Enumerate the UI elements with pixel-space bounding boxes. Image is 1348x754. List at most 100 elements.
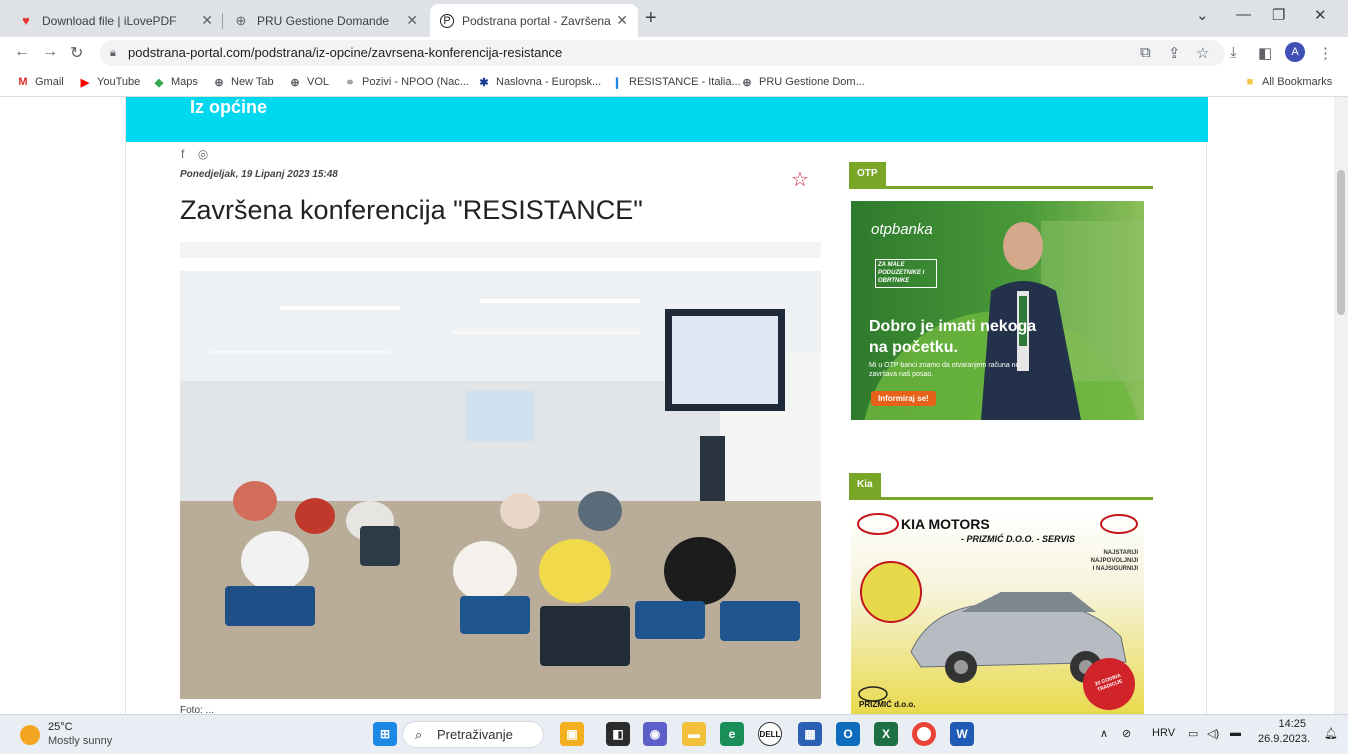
close-icon[interactable]: ✕ xyxy=(406,12,418,29)
file-explorer-icon[interactable]: ▬ xyxy=(682,722,706,746)
tab-label: Download file | iLovePDF xyxy=(42,13,177,28)
tray-chevron-icon[interactable]: ∧ xyxy=(1100,727,1108,740)
article-photo[interactable] xyxy=(180,271,821,699)
bookmark-label: Gmail xyxy=(35,76,64,88)
site-icon: P xyxy=(440,13,454,28)
tab-search-chevron-icon[interactable]: ⌄ xyxy=(1196,6,1209,24)
bookmark-vol[interactable]: ⊕ VOL xyxy=(288,75,329,89)
ad-divider xyxy=(849,497,1153,500)
bookmark-pozivi-npoo[interactable]: ⚭ Pozivi - NPOO (Nac... xyxy=(343,75,469,89)
weather-temp[interactable]: 25°C xyxy=(48,721,73,733)
otp-headline-2: na početku. xyxy=(869,339,958,356)
taskbar-search[interactable]: ⌕ Pretraživanje xyxy=(402,721,544,748)
close-window-button[interactable]: ✕ xyxy=(1314,6,1327,24)
maps-icon: ◆ xyxy=(154,76,164,89)
youtube-icon: ▶ xyxy=(80,76,90,89)
article-title: Završena konferencija "RESISTANCE" xyxy=(180,195,643,225)
ad-divider xyxy=(849,186,1153,189)
translate-icon[interactable]: ⧉ xyxy=(1140,44,1151,61)
section-title: Iz općine xyxy=(190,97,268,117)
tab-pru-gestione[interactable]: ⊕ PRU Gestione Domande ✕ xyxy=(223,4,428,37)
bookmark-label: YouTube xyxy=(97,76,141,88)
kia-subtitle: - PRIZMIĆ D.O.O. - SERVIS xyxy=(961,534,1076,544)
ad-label-otp: OTP xyxy=(849,162,886,186)
bookmark-maps[interactable]: ◆ Maps xyxy=(152,75,198,89)
bookmark-label: New Tab xyxy=(231,76,274,88)
otp-brand: otpbanka xyxy=(871,221,933,238)
address-bar[interactable]: 🔒︎ podstrana-portal.com/podstrana/iz-opc… xyxy=(100,40,1225,66)
favorite-star-icon[interactable]: ☆ xyxy=(791,167,809,192)
facebook-icon[interactable]: f xyxy=(181,147,184,161)
scrollbar-thumb[interactable] xyxy=(1337,170,1345,315)
page-content: Iz općine f ◎ Ponedjeljak, 19 Lipanj 202… xyxy=(125,97,1208,714)
tab-label: Podstrana portal - Završena konf xyxy=(462,13,612,28)
globe-icon: ⊕ xyxy=(742,76,752,89)
bookmark-pru-gestione[interactable]: ⊕ PRU Gestione Dom... xyxy=(740,75,865,89)
close-icon[interactable]: ✕ xyxy=(616,12,628,29)
word-icon[interactable]: W xyxy=(950,722,974,746)
tab-ilovepdf[interactable]: ♥ Download file | iLovePDF ✕ xyxy=(8,4,223,37)
new-tab-button[interactable]: + xyxy=(645,7,657,30)
widgets-icon[interactable]: ▣ xyxy=(560,722,584,746)
bookmark-resistance[interactable]: ❙ RESISTANCE - Italia... xyxy=(610,75,741,89)
download-icon[interactable]: ⤓ xyxy=(1230,44,1237,61)
outlook-icon[interactable]: O xyxy=(836,722,860,746)
toolbar: ← → ↻ 🔒︎ podstrana-portal.com/podstrana/… xyxy=(0,37,1348,69)
forward-button[interactable]: → xyxy=(42,43,58,61)
excel-icon[interactable]: X xyxy=(874,722,898,746)
globe-icon: ⊕ xyxy=(235,12,247,28)
bookmark-label: Maps xyxy=(171,76,198,88)
weather-sun-icon[interactable] xyxy=(20,725,40,745)
bookmark-label: PRU Gestione Dom... xyxy=(759,76,865,88)
kia-motors-ad[interactable]: KIA MOTORS - PRIZMIĆ D.O.O. - SERVIS NAJ… xyxy=(851,512,1144,714)
volume-icon[interactable]: ◁) xyxy=(1207,727,1219,740)
clock-time[interactable]: 14:25 xyxy=(1270,718,1306,730)
display-icon[interactable]: ▭ xyxy=(1188,727,1198,740)
bookmark-naslovna-europsk[interactable]: ✱ Naslovna - Europsk... xyxy=(477,75,601,89)
weather-desc[interactable]: Mostly sunny xyxy=(48,735,112,747)
battery-icon[interactable]: ▬ xyxy=(1230,727,1241,739)
dell-icon[interactable]: DELL xyxy=(758,722,782,746)
input-language[interactable]: HRV xyxy=(1152,727,1175,739)
share-icon[interactable]: ⇪ xyxy=(1168,44,1181,62)
profile-avatar[interactable]: A xyxy=(1285,42,1305,62)
tab-podstrana-portal[interactable]: P Podstrana portal - Završena konf ✕ xyxy=(430,4,638,37)
search-placeholder: Pretraživanje xyxy=(437,727,513,742)
bookmark-label: Naslovna - Europsk... xyxy=(496,76,602,88)
chrome-icon[interactable] xyxy=(912,722,936,746)
windows-start-icon[interactable]: ⊞ xyxy=(373,722,397,746)
tab-strip: ♥ Download file | iLovePDF ✕ ⊕ PRU Gesti… xyxy=(0,0,1348,37)
network-off-icon[interactable]: ⊘ xyxy=(1122,727,1131,740)
bookmark-youtube[interactable]: ▶ YouTube xyxy=(78,75,140,89)
edge-icon[interactable]: e xyxy=(720,722,744,746)
notification-bell-icon[interactable]: 🔔︎ xyxy=(1324,727,1338,740)
instagram-icon[interactable]: ◎ xyxy=(198,147,208,161)
lock-icon: 🔒︎ xyxy=(110,47,116,59)
back-button[interactable]: ← xyxy=(14,43,30,61)
otp-subtext: Mi u OTP banci znamo da otvaranjem račun… xyxy=(869,362,1020,379)
windows-taskbar: 25°C Mostly sunny ⊞ ⌕ Pretraživanje ▣ ◧ … xyxy=(0,714,1348,754)
bookmark-gmail[interactable]: M Gmail xyxy=(16,75,64,89)
clock-date[interactable]: 26.9.2023. xyxy=(1258,733,1310,745)
chat-icon[interactable]: ◉ xyxy=(643,722,667,746)
task-view-icon[interactable]: ◧ xyxy=(606,722,630,746)
side-panel-icon[interactable]: ◧ xyxy=(1258,44,1272,62)
bookmark-star-icon[interactable]: ☆ xyxy=(1196,44,1209,62)
menu-icon[interactable]: ⋮ xyxy=(1318,44,1333,62)
maximize-button[interactable]: ❐ xyxy=(1272,6,1285,24)
kia-tagline-1: NAJSTARIJI xyxy=(1103,550,1138,556)
bookmark-new-tab[interactable]: ⊕ New Tab xyxy=(212,75,274,89)
close-icon[interactable]: ✕ xyxy=(201,12,213,29)
url-text: podstrana-portal.com/podstrana/iz-opcine… xyxy=(128,45,563,60)
kia-tagline-3: I NAJSIGURNIJI xyxy=(1092,566,1138,572)
all-bookmarks-folder[interactable]: ■ All Bookmarks xyxy=(1243,75,1333,89)
otp-headline-1: Dobro je imati nekoga xyxy=(869,318,1037,335)
reload-button[interactable]: ↻ xyxy=(70,43,83,63)
otp-cta-button[interactable]: Informiraj se! xyxy=(871,391,936,406)
bookmark-label: RESISTANCE - Italia... xyxy=(629,76,741,88)
bookmark-label: VOL xyxy=(307,76,330,88)
minimize-button[interactable]: — xyxy=(1236,6,1251,23)
kia-tagline-2: NAJPOVOLJNIJI xyxy=(1090,558,1138,564)
otp-bank-ad[interactable]: otpbanka ZA MALE PODUZETNIKE I OBRTNIKE … xyxy=(851,201,1144,420)
store-icon[interactable]: ▦ xyxy=(798,722,822,746)
